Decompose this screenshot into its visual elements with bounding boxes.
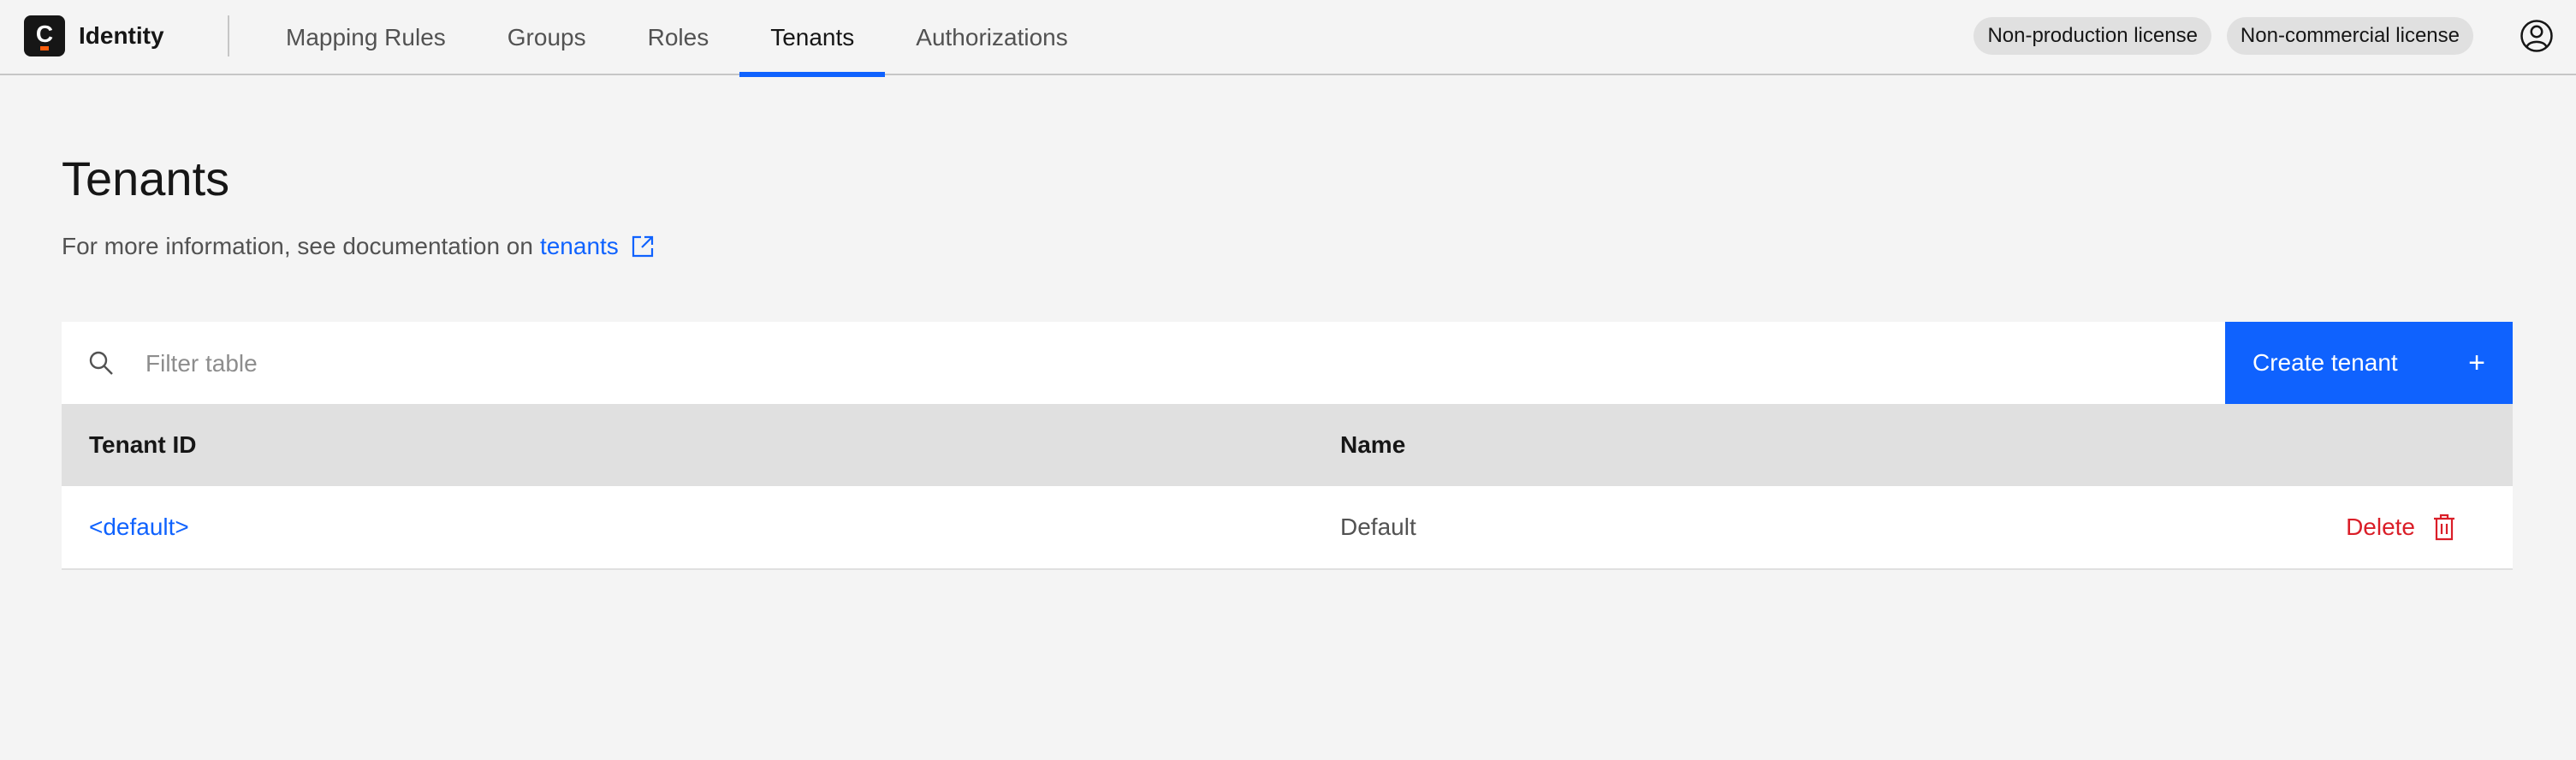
- user-avatar-icon[interactable]: [2520, 19, 2554, 53]
- tenants-table: Create tenant + Tenant ID Name <default>…: [62, 322, 2513, 570]
- column-header-tenant-id[interactable]: Tenant ID: [89, 404, 196, 486]
- tenant-id-link[interactable]: <default>: [89, 486, 189, 568]
- delete-tenant-button[interactable]: Delete: [2346, 486, 2456, 568]
- nav-tab-mapping-rules[interactable]: Mapping Rules: [255, 0, 477, 75]
- nav-tab-groups[interactable]: Groups: [477, 0, 617, 75]
- tenant-name: Default: [1340, 514, 1416, 540]
- filter-table-input[interactable]: [144, 322, 2201, 406]
- delete-label: Delete: [2346, 514, 2415, 540]
- app-name: Identity: [79, 22, 164, 49]
- app-logo: C: [24, 15, 65, 56]
- nav-tab-authorizations[interactable]: Authorizations: [885, 0, 1098, 75]
- trash-icon: [2434, 514, 2454, 541]
- brand[interactable]: C Identity: [24, 15, 164, 56]
- table-row: <default> Default Delete: [62, 486, 2513, 570]
- page-title: Tenants: [62, 151, 230, 205]
- table-header: Tenant ID Name: [62, 404, 2513, 486]
- search-icon: [89, 351, 113, 375]
- create-tenant-button[interactable]: Create tenant +: [2225, 322, 2513, 404]
- license-badges: Non-production license Non-commercial li…: [1974, 17, 2473, 55]
- license-badge-non-production: Non-production license: [1974, 17, 2211, 55]
- table-toolbar: Create tenant +: [62, 322, 2513, 406]
- license-badge-non-commercial: Non-commercial license: [2226, 17, 2473, 55]
- nav-tab-tenants[interactable]: Tenants: [739, 0, 886, 77]
- info-text: For more information, see documentation …: [62, 233, 533, 259]
- plus-icon: +: [2468, 347, 2485, 379]
- tenants-doc-link[interactable]: tenants: [540, 233, 619, 260]
- top-header: C Identity Mapping Rules Groups Roles Te…: [0, 0, 2576, 77]
- create-tenant-label: Create tenant: [2253, 349, 2398, 376]
- nav-tab-roles[interactable]: Roles: [617, 0, 740, 75]
- header-divider: [228, 15, 229, 56]
- main-nav: Mapping Rules Groups Roles Tenants Autho…: [255, 0, 1099, 77]
- column-header-name[interactable]: Name: [1340, 404, 1405, 486]
- logo-accent: [40, 46, 49, 50]
- external-link-icon[interactable]: [631, 235, 655, 258]
- logo-letter: C: [35, 21, 54, 47]
- page-info: For more information, see documentation …: [62, 233, 655, 260]
